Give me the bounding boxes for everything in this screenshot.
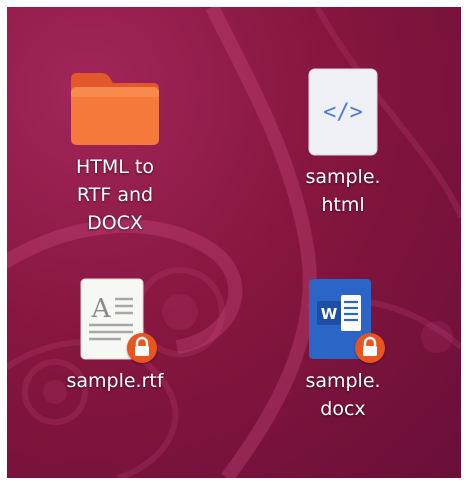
desktop-icon-sample-html[interactable]: </> sample. html <box>273 67 413 219</box>
html-glyph: </> <box>323 100 363 125</box>
desktop-icon-sample-rtf[interactable]: A sample.rtf <box>45 277 185 395</box>
sample-rtf-label: sample.rtf <box>66 370 164 392</box>
docx-file-icon: W <box>303 277 385 363</box>
desktop: HTML to RTF and DOCX </> sample. html A <box>7 7 461 478</box>
word-glyph: W <box>321 305 338 323</box>
html-file-icon: </> <box>307 67 379 157</box>
desktop-icon-folder[interactable]: HTML to RTF and DOCX <box>45 69 185 237</box>
folder-icon <box>67 69 163 147</box>
desktop-icon-sample-docx[interactable]: W sample. docx <box>273 277 413 423</box>
sample-docx-label: sample. docx <box>305 370 381 420</box>
folder-label: HTML to RTF and DOCX <box>76 156 154 234</box>
rtf-file-icon: A <box>75 277 157 363</box>
lock-icon <box>355 333 385 363</box>
rtf-glyph: A <box>91 294 112 324</box>
lock-icon <box>127 333 157 363</box>
sample-html-label: sample. html <box>305 166 381 216</box>
